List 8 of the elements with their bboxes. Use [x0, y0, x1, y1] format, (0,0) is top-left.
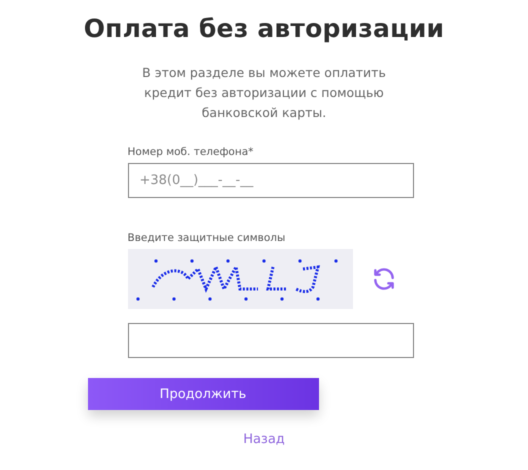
page-title: Оплата без авторизации — [84, 14, 444, 43]
continue-button[interactable]: Продолжить — [88, 378, 318, 410]
field-label: Введите защитные символы — [128, 232, 286, 244]
back-link[interactable]: Назад — [243, 432, 285, 447]
description-text: В этом разделе вы можете оплатить кредит без авторизации с помощью банковской карты. — [141, 64, 387, 122]
phone-input-field[interactable]: +38(0__)___-__-__ — [128, 163, 414, 198]
field-label: Номер моб. телефона* — [128, 146, 254, 158]
captcha-input-field[interactable] — [128, 323, 414, 358]
